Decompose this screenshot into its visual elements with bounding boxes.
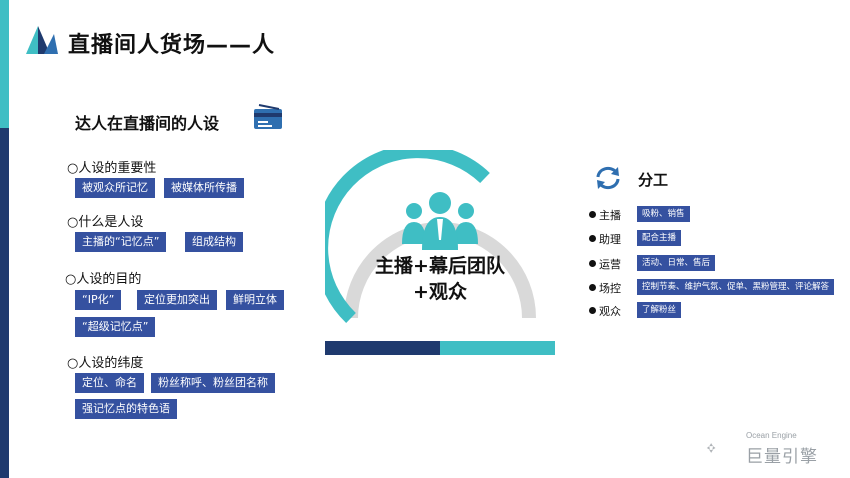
- brand-icon: [706, 443, 716, 453]
- page-title: 直播间人货场——人: [68, 33, 276, 58]
- left-accent-bar: [0, 0, 9, 478]
- heading-purpose: ○人设的目的: [65, 272, 142, 287]
- tag-structure: 组成结构: [185, 232, 243, 252]
- division-title: 分工: [638, 171, 669, 189]
- bullet-dot: [589, 235, 596, 242]
- tag-remembered: 被观众所记忆: [75, 178, 155, 198]
- heading-dimensions: ○人设的纬度: [67, 356, 144, 371]
- tag-spread: 被媒体所传播: [164, 178, 244, 198]
- role-assistant: 助理: [589, 231, 621, 247]
- bullet-dot: [589, 260, 596, 267]
- center-line1: 主播+幕后团队: [375, 255, 505, 277]
- heading-importance: ○人设的重要性: [67, 161, 157, 176]
- bullet-dot: [589, 307, 596, 314]
- card-icon: [254, 104, 282, 129]
- left-accent-teal: [0, 0, 9, 128]
- tag-memory-point: 主播的“记忆点”: [75, 232, 167, 252]
- logo-icon: [26, 26, 58, 54]
- tag-ip: “IP化”: [75, 290, 122, 310]
- tag-vivid: 鲜明立体: [226, 290, 284, 310]
- role-audience-tag: 了解粉丝: [637, 302, 682, 318]
- role-host-tag: 吸粉、销售: [637, 206, 690, 222]
- heading-what-is: ○什么是人设: [67, 215, 144, 230]
- center-line2: +观众: [413, 281, 467, 303]
- brand-subtitle: Ocean Engine: [746, 431, 797, 440]
- role-operations-tag: 活动、日常、售后: [637, 255, 716, 271]
- refresh-icon: [596, 166, 620, 190]
- role-audience: 观众: [589, 303, 621, 319]
- brand-name: 巨量引擎: [746, 447, 818, 467]
- role-operations: 运营: [589, 256, 621, 272]
- tag-fan-names: 粉丝称呼、粉丝团名称: [151, 373, 275, 393]
- tag-slogan: 强记忆点的特色语: [75, 399, 177, 419]
- bullet-dot: [589, 211, 596, 218]
- section-title: 达人在直播间的人设: [75, 114, 220, 133]
- tag-positioning: 定位更加突出: [137, 290, 217, 310]
- bullet-dot: [589, 284, 596, 291]
- center-label: 主播+幕后团队 +观众: [340, 253, 540, 305]
- role-host: 主播: [589, 207, 621, 223]
- tag-super-memory: “超级记忆点”: [75, 317, 156, 337]
- role-control-tag: 控制节奏、维护气氛、促单、黑粉管理、评论解答: [637, 279, 835, 295]
- role-control: 场控: [589, 280, 621, 296]
- role-assistant-tag: 配合主播: [637, 230, 682, 246]
- tag-naming: 定位、命名: [75, 373, 144, 393]
